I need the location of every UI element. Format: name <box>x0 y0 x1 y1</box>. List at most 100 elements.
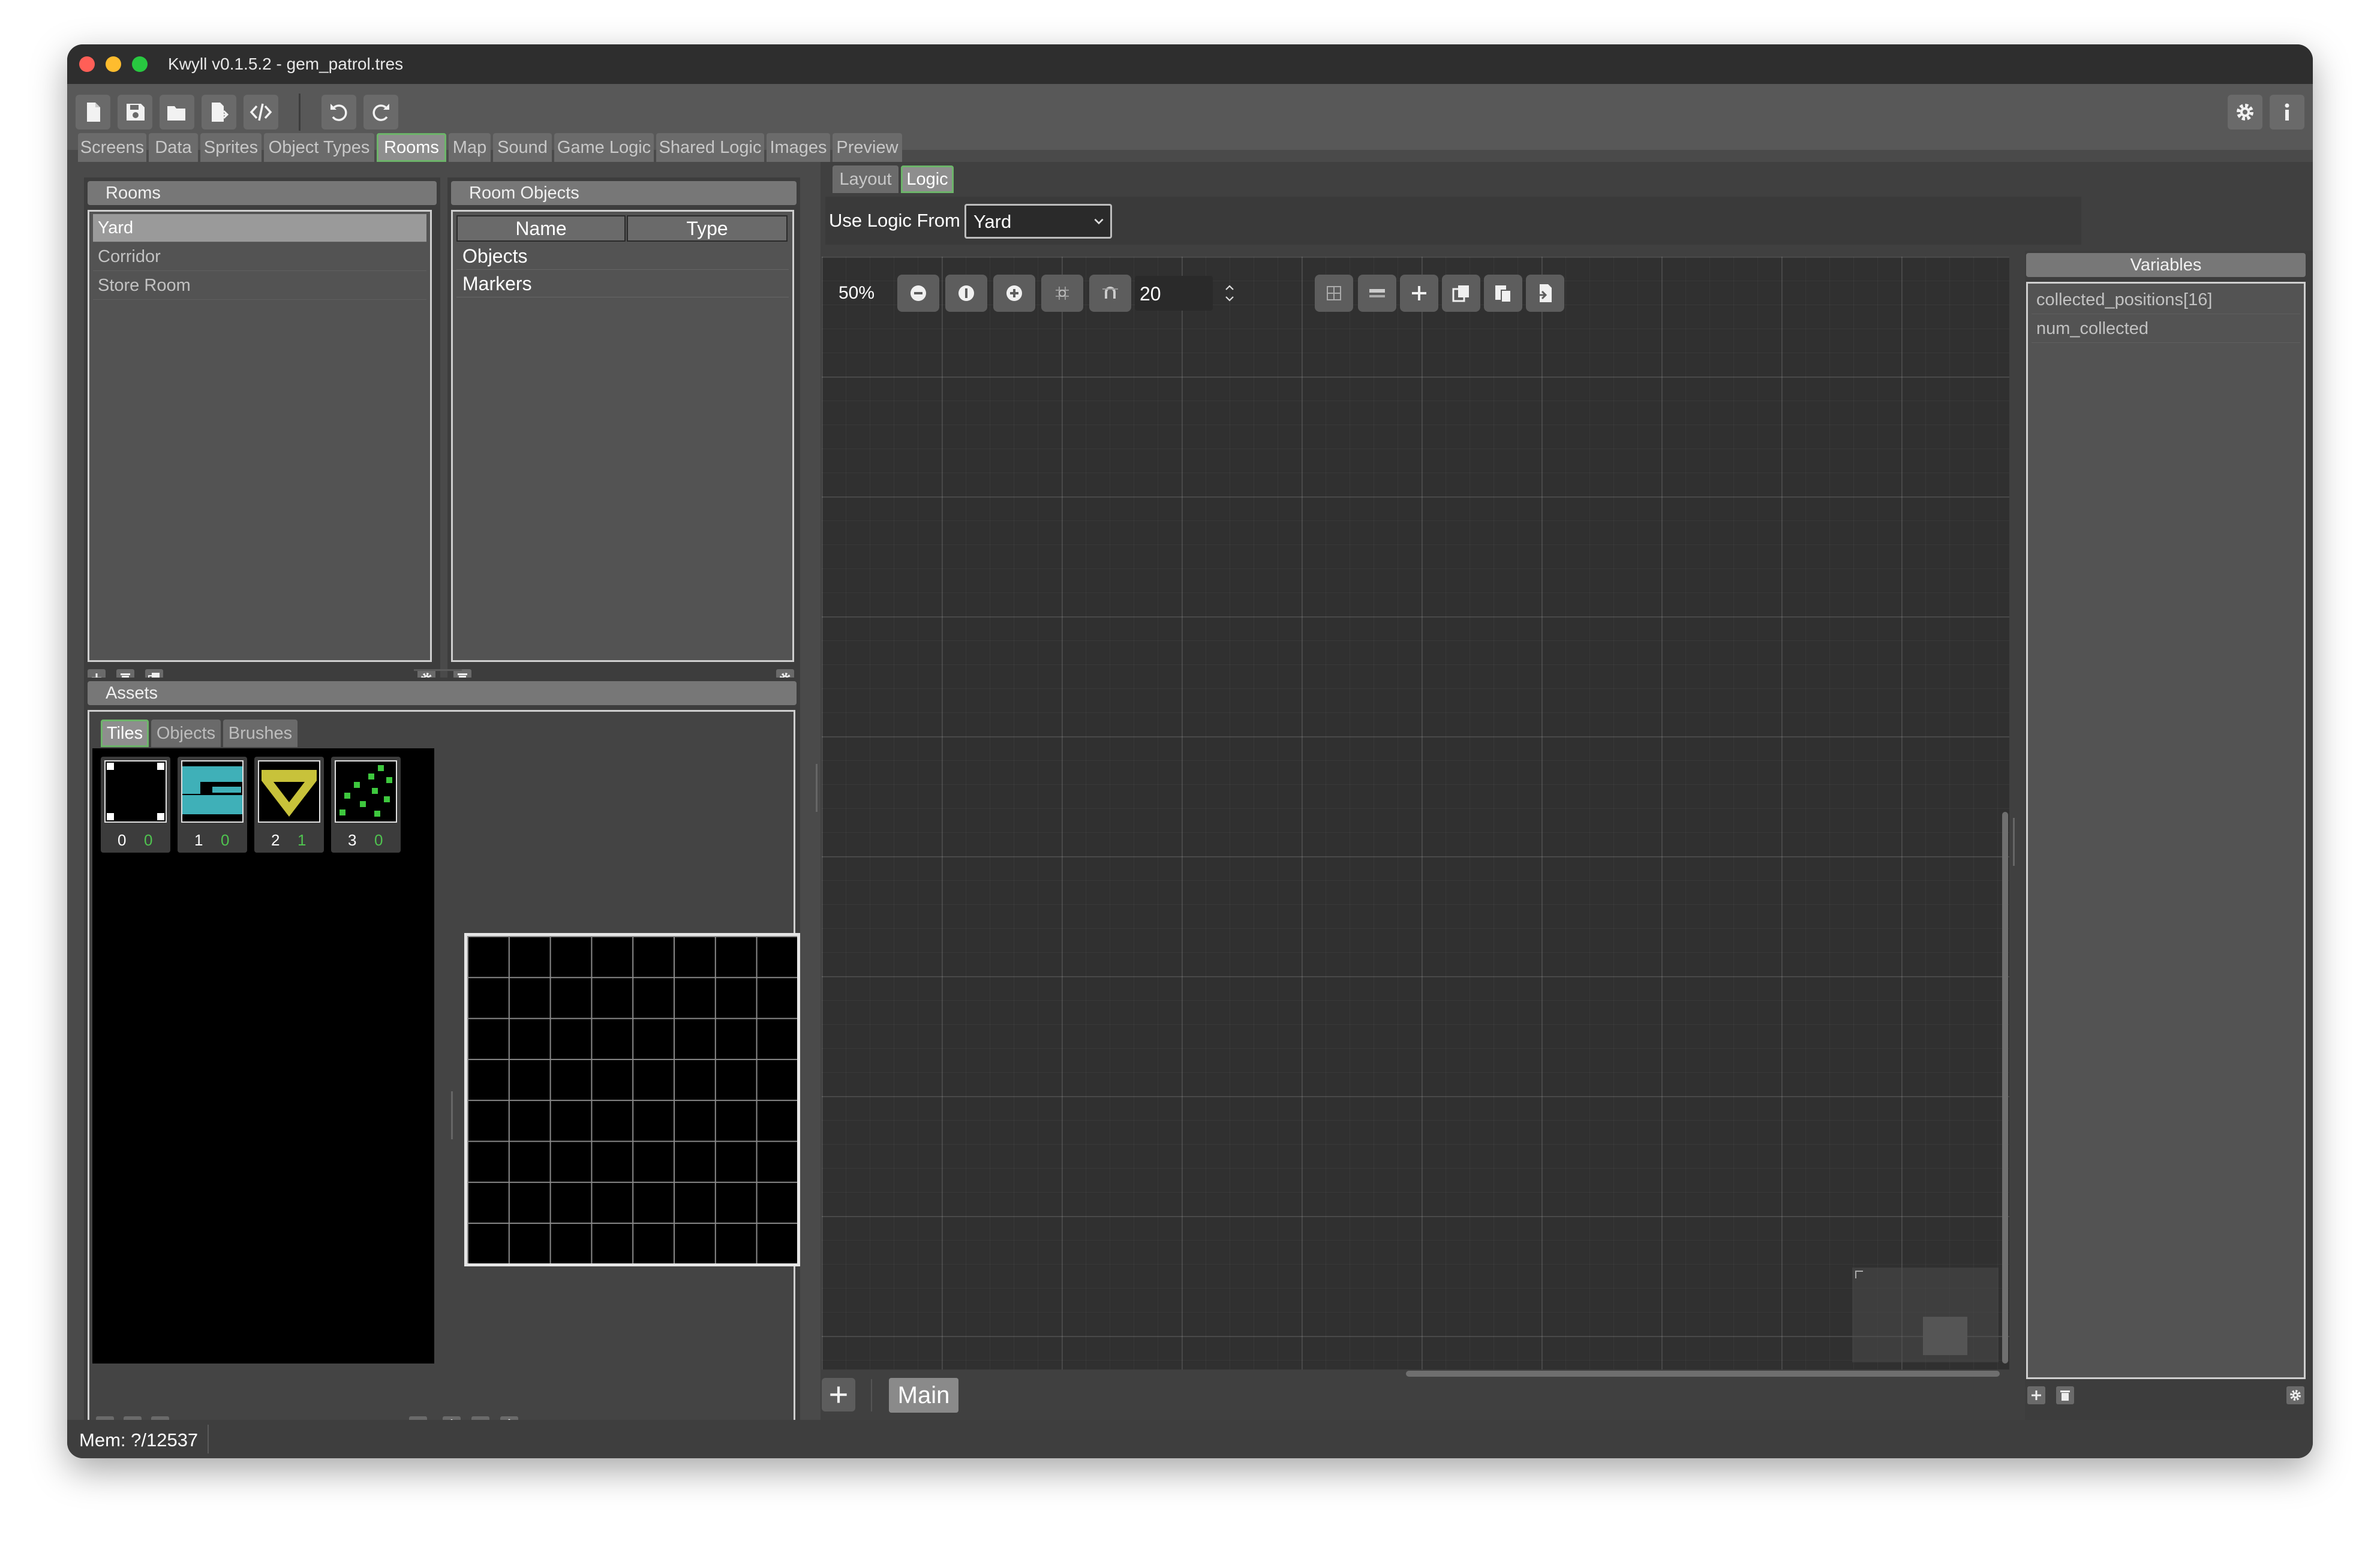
use-logic-from-select[interactable]: Yard <box>964 204 1112 239</box>
assets-panel-title: Assets <box>88 681 797 705</box>
editor-right-splitter[interactable] <box>2013 818 2015 866</box>
minimap-icon <box>1327 286 1341 300</box>
grid-snap-icon <box>1056 287 1069 300</box>
minimize-window-button[interactable] <box>106 56 121 72</box>
tree-row-markers[interactable]: Markers <box>462 270 532 297</box>
subtab-layout[interactable]: Layout <box>833 165 898 193</box>
settings-icon <box>2237 104 2253 121</box>
code-button[interactable] <box>244 95 278 130</box>
variable-settings-button[interactable] <box>2286 1386 2304 1404</box>
tab-objects[interactable]: Objects <box>151 720 221 747</box>
tab-sound[interactable]: Sound <box>493 133 552 162</box>
vertical-splitter-handle[interactable] <box>414 669 462 671</box>
undo-button[interactable] <box>321 95 356 130</box>
logic-graph-canvas[interactable] <box>822 257 2009 1370</box>
tab-preview[interactable]: Preview <box>833 133 902 162</box>
tile-count: 0 <box>144 831 153 849</box>
tree-row-objects[interactable]: Objects <box>462 243 527 269</box>
add-logic-tab-button[interactable] <box>822 1378 855 1411</box>
room-objects-tree[interactable]: Name Type Objects Markers <box>451 210 794 662</box>
tab-game-logic[interactable]: Game Logic <box>554 133 654 162</box>
room-objects-panel: Room Objects Name Type Objects Markers <box>447 177 800 693</box>
use-logic-from-value: Yard <box>973 211 1012 232</box>
redo-button[interactable] <box>363 95 398 130</box>
tile-swatch-3[interactable]: 3 0 <box>331 757 401 853</box>
zoom-out-button[interactable] <box>897 275 939 312</box>
zoom-in-button[interactable] <box>993 275 1035 312</box>
tile-palette[interactable]: 0 0 1 0 2 1 3 0 <box>92 748 434 1364</box>
open-button[interactable] <box>160 95 194 130</box>
snap-distance-spinbox[interactable]: 20 <box>1135 276 1234 311</box>
logic-tab-main[interactable]: Main <box>889 1378 958 1413</box>
zoom-out-icon <box>910 285 926 301</box>
tab-sprites[interactable]: Sprites <box>200 133 262 162</box>
maximize-window-button[interactable] <box>132 56 148 72</box>
zoom-reset-icon <box>958 285 974 301</box>
variables-list[interactable]: collected_positions[16] num_collected <box>2026 282 2306 1379</box>
tab-object-types[interactable]: Object Types <box>264 133 374 162</box>
logic-source-row: Use Logic From Yard <box>825 197 2081 245</box>
tile-swatch-1[interactable]: 1 0 <box>178 757 247 853</box>
title-bar: Kwyll v0.1.5.2 - gem_patrol.tres <box>67 44 2313 84</box>
add-variable-button[interactable] <box>2027 1386 2045 1404</box>
room-item-yard[interactable]: Yard <box>93 214 426 242</box>
tab-shared-logic[interactable]: Shared Logic <box>656 133 764 162</box>
new-file-button[interactable] <box>76 95 110 130</box>
snap-toggle-button[interactable] <box>1089 275 1131 312</box>
rooms-panel: Rooms Yard Corridor Store Room <box>84 177 440 693</box>
tab-screens[interactable]: Screens <box>78 133 146 162</box>
editor-left-splitter[interactable] <box>816 764 818 812</box>
new-file-icon <box>87 103 100 122</box>
save-button[interactable] <box>118 95 152 130</box>
column-header-name[interactable]: Name <box>456 215 626 242</box>
tile-index: 3 <box>348 831 357 849</box>
minimap-resize-icon[interactable] <box>1853 1269 1865 1281</box>
chevron-down-icon <box>1094 218 1104 225</box>
tile-image-green-dots <box>335 760 397 823</box>
tab-brushes[interactable]: Brushes <box>223 720 298 747</box>
close-window-button[interactable] <box>79 56 95 72</box>
room-item-store-room[interactable]: Store Room <box>93 272 426 300</box>
tile-index: 0 <box>118 831 127 849</box>
tile-swatch-0[interactable]: 0 0 <box>101 757 170 853</box>
spin-arrows-icon[interactable] <box>1224 277 1236 309</box>
minimap-toggle-button[interactable] <box>1315 275 1353 312</box>
export-icon <box>212 103 229 122</box>
delete-variable-button[interactable] <box>2056 1386 2074 1404</box>
tab-images[interactable]: Images <box>767 133 830 162</box>
graph-horizontal-scrollbar[interactable] <box>1406 1371 2000 1377</box>
graph-vertical-scrollbar[interactable] <box>2002 812 2008 1364</box>
trash-icon <box>2060 1391 2070 1401</box>
plus-icon <box>2032 1391 2041 1400</box>
tab-rooms[interactable]: Rooms <box>377 133 446 162</box>
tab-map[interactable]: Map <box>449 133 491 162</box>
tile-grid-preview[interactable] <box>464 933 800 1266</box>
import-node-button[interactable] <box>1526 275 1564 312</box>
zoom-reset-button[interactable] <box>945 275 987 312</box>
graph-minimap[interactable] <box>1852 1268 1999 1362</box>
info-button[interactable] <box>2270 95 2304 130</box>
export-button[interactable] <box>202 95 236 130</box>
variable-item[interactable]: num_collected <box>2032 315 2300 343</box>
status-bar: Mem: ?/12537 <box>67 1420 2313 1458</box>
rooms-list[interactable]: Yard Corridor Store Room <box>88 210 432 662</box>
paste-node-button[interactable] <box>1484 275 1522 312</box>
plus-icon <box>830 1386 847 1403</box>
toggle-grid-button[interactable] <box>1041 275 1083 312</box>
room-item-corridor[interactable]: Corridor <box>93 243 426 271</box>
subtab-logic[interactable]: Logic <box>901 165 954 193</box>
assets-splitter[interactable] <box>451 1091 453 1139</box>
undo-icon <box>330 104 347 121</box>
add-node-button[interactable] <box>1400 275 1438 312</box>
arrange-nodes-button[interactable] <box>1358 275 1396 312</box>
settings-button[interactable] <box>2228 95 2262 130</box>
variable-item[interactable]: collected_positions[16] <box>2032 286 2300 314</box>
tab-tiles[interactable]: Tiles <box>101 720 149 747</box>
copy-node-button[interactable] <box>1442 275 1480 312</box>
toolbar-separator <box>299 94 300 131</box>
arrange-icon <box>1369 289 1385 297</box>
tab-data[interactable]: Data <box>149 133 198 162</box>
tile-image-blank <box>104 760 167 823</box>
tile-swatch-2[interactable]: 2 1 <box>254 757 324 853</box>
column-header-type[interactable]: Type <box>627 215 788 242</box>
